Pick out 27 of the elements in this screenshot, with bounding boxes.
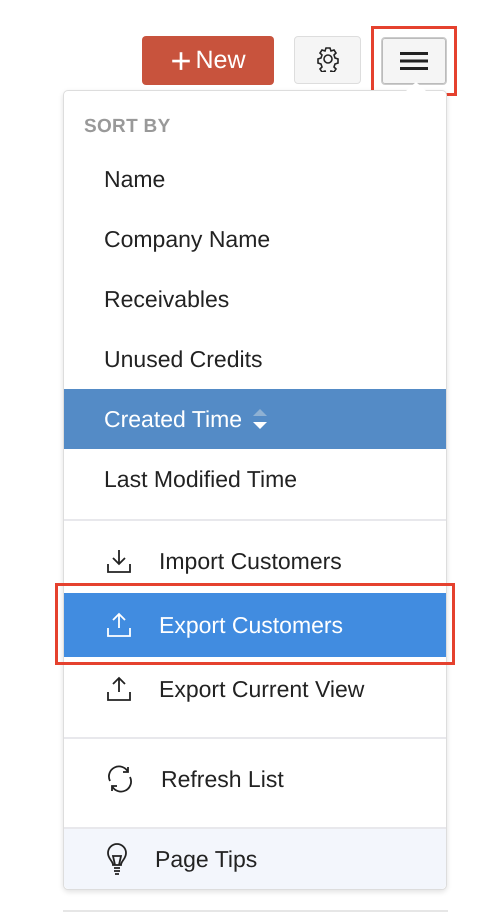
sort-option[interactable]: Name xyxy=(64,149,446,209)
menu-action[interactable]: Export Current View xyxy=(64,657,446,721)
menu-action[interactable]: Import Customers xyxy=(64,529,446,593)
sort-option[interactable]: Receivables xyxy=(64,269,446,329)
menu-icon xyxy=(400,52,428,70)
sort-option[interactable]: Created Time xyxy=(64,389,446,449)
download-icon xyxy=(106,548,132,574)
sort-option[interactable]: Last Modified Time xyxy=(64,449,446,509)
settings-icon xyxy=(314,46,340,72)
new-button[interactable]: +New xyxy=(142,36,274,85)
sort-option[interactable]: Unused Credits xyxy=(64,329,446,389)
action-label: Page Tips xyxy=(155,846,258,872)
action-label: Import Customers xyxy=(159,548,342,574)
sort-icon xyxy=(252,407,268,431)
sort-option[interactable]: Company Name xyxy=(64,209,446,269)
settings-button[interactable] xyxy=(294,36,361,84)
lightbulb-icon xyxy=(106,843,128,875)
menu-heading: SORT BY xyxy=(83,115,172,139)
action-label: Export Customers xyxy=(159,612,344,638)
menu-action[interactable]: Page Tips xyxy=(64,829,446,889)
action-label: Export Current View xyxy=(159,676,364,702)
menu-button[interactable] xyxy=(381,37,447,85)
upload-icon xyxy=(106,612,132,638)
menu-action[interactable]: Refresh List xyxy=(64,747,446,811)
action-label: Refresh List xyxy=(161,766,284,792)
upload-icon xyxy=(106,676,132,702)
refresh-icon xyxy=(106,765,134,793)
